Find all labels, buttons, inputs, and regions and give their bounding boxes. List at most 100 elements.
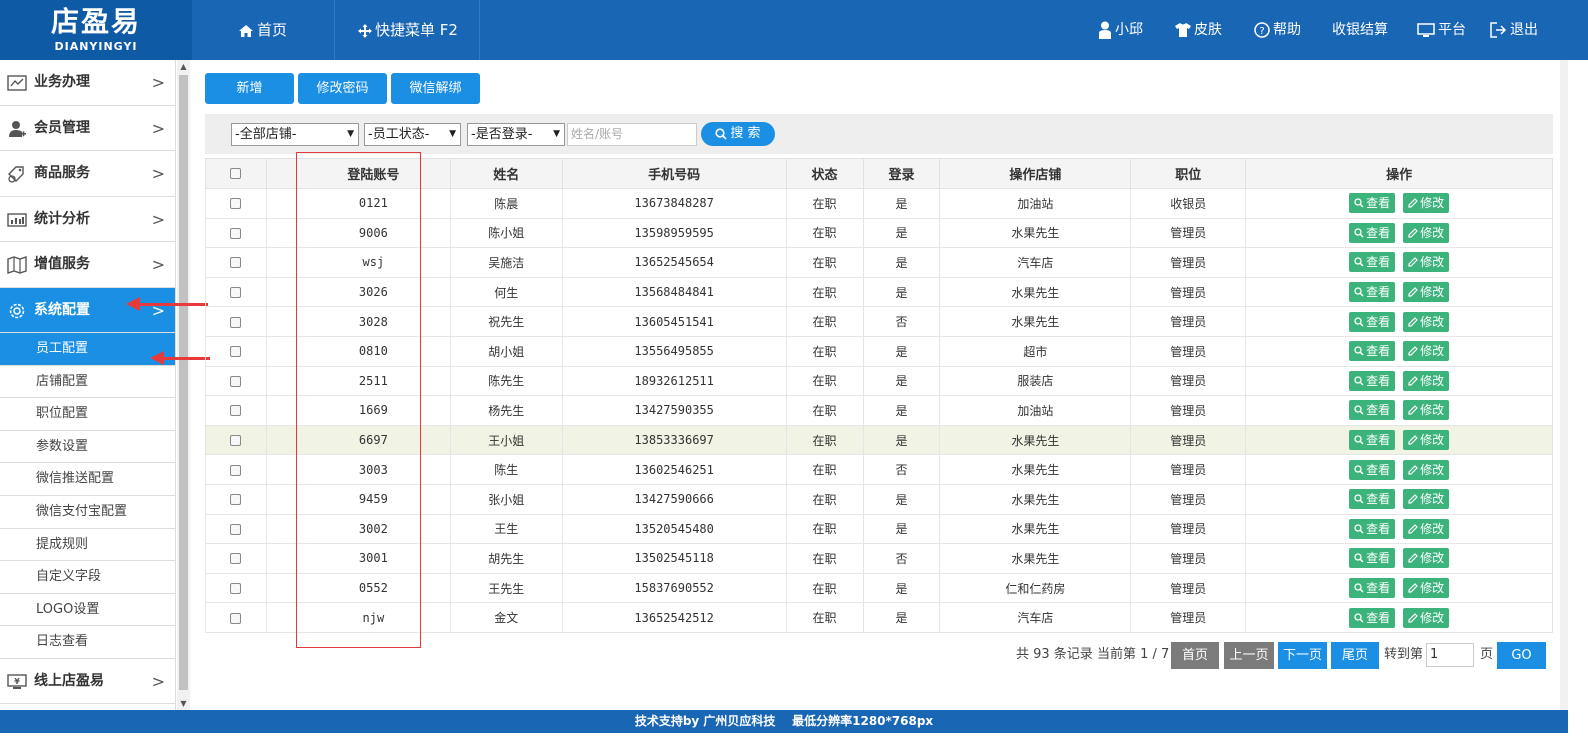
- view-button-label: 查看: [1366, 373, 1391, 388]
- add-button[interactable]: 新增: [205, 73, 294, 104]
- edit-button[interactable]: 修改: [1403, 430, 1450, 451]
- nav-home[interactable]: 首页: [238, 0, 287, 60]
- sidebar-sub-wechat-push[interactable]: 微信推送配置: [0, 463, 175, 496]
- sidebar-sub-commission[interactable]: 提成规则: [0, 529, 175, 562]
- row-checkbox[interactable]: [230, 405, 242, 417]
- row-checkbox[interactable]: [230, 612, 242, 624]
- row-checkbox[interactable]: [230, 375, 242, 387]
- edit-button[interactable]: 修改: [1403, 311, 1450, 332]
- view-button-label: 查看: [1366, 344, 1391, 359]
- first-page-button[interactable]: 首页: [1171, 642, 1219, 669]
- select-all-checkbox[interactable]: [230, 168, 242, 179]
- edit-button[interactable]: 修改: [1403, 222, 1450, 243]
- sidebar-item-stats[interactable]: 统计分析 >: [0, 197, 175, 242]
- scroll-down-icon[interactable]: ▼: [177, 697, 190, 710]
- row-checkbox[interactable]: [230, 198, 242, 210]
- view-button[interactable]: 查看: [1349, 282, 1396, 303]
- search-button[interactable]: 搜 索: [701, 122, 775, 146]
- edit-button[interactable]: 修改: [1403, 489, 1450, 510]
- sidebar-item-members[interactable]: 会员管理 >: [0, 106, 175, 151]
- row-checkbox[interactable]: [230, 287, 242, 299]
- sidebar-sub-wechat-alipay[interactable]: 微信支付宝配置: [0, 496, 175, 529]
- view-button[interactable]: 查看: [1349, 400, 1396, 421]
- header-name[interactable]: 姓名: [449, 158, 563, 189]
- sidebar-sub-logo[interactable]: LOGO设置: [0, 594, 175, 627]
- edit-button[interactable]: 修改: [1403, 193, 1450, 214]
- prev-page-button[interactable]: 上一页: [1224, 642, 1274, 669]
- page-scrollbar[interactable]: [1560, 60, 1568, 710]
- login-select[interactable]: -是否登录- ▼: [467, 123, 565, 146]
- row-checkbox[interactable]: [230, 464, 242, 476]
- sidebar-sub-logs[interactable]: 日志查看: [0, 626, 175, 659]
- row-checkbox[interactable]: [230, 316, 242, 328]
- view-button[interactable]: 查看: [1349, 222, 1396, 243]
- edit-button[interactable]: 修改: [1403, 341, 1450, 362]
- platform-link[interactable]: 平台: [1417, 0, 1466, 60]
- header-status[interactable]: 状态: [785, 158, 864, 189]
- next-page-button[interactable]: 下一页: [1278, 642, 1327, 669]
- view-button[interactable]: 查看: [1349, 489, 1396, 510]
- sidebar-item-system-config[interactable]: 系统配置 >: [0, 287, 175, 333]
- row-checkbox[interactable]: [230, 346, 242, 358]
- view-button[interactable]: 查看: [1349, 459, 1396, 480]
- scrollbar-thumb[interactable]: [179, 75, 188, 690]
- sidebar-item-online[interactable]: ¥ 线上店盈易 >: [0, 659, 175, 705]
- row-checkbox[interactable]: [230, 257, 242, 269]
- sidebar-item-value-added[interactable]: 增值服务 >: [0, 242, 175, 288]
- row-checkbox[interactable]: [230, 523, 242, 535]
- header-phone[interactable]: 手机号码: [561, 158, 787, 189]
- logo[interactable]: 店盈易 DIANYINGYI: [0, 0, 192, 60]
- row-checkbox[interactable]: [230, 227, 242, 239]
- row-checkbox[interactable]: [230, 583, 242, 595]
- row-checkbox[interactable]: [230, 553, 242, 565]
- view-button[interactable]: 查看: [1349, 430, 1396, 451]
- actions-cell: 查看 修改: [1245, 395, 1553, 426]
- edit-button[interactable]: 修改: [1403, 459, 1450, 480]
- logout-link[interactable]: 退出: [1490, 0, 1538, 60]
- view-button[interactable]: 查看: [1349, 518, 1396, 539]
- sidebar-sub-staff-config[interactable]: 员工配置: [0, 333, 175, 366]
- view-button[interactable]: 查看: [1349, 311, 1396, 332]
- nav-quick-menu[interactable]: 快捷菜单 F2: [358, 0, 458, 60]
- name-search-input[interactable]: 姓名/账号: [567, 123, 697, 146]
- view-button[interactable]: 查看: [1349, 607, 1396, 628]
- last-page-button[interactable]: 尾页: [1331, 642, 1379, 669]
- go-button[interactable]: GO: [1497, 642, 1546, 669]
- sidebar-sub-parameters[interactable]: 参数设置: [0, 431, 175, 464]
- sidebar-item-goods[interactable]: 商品服务 >: [0, 151, 175, 197]
- change-password-button[interactable]: 修改密码: [298, 73, 387, 104]
- help-menu[interactable]: ? 帮助: [1254, 0, 1301, 60]
- header-login[interactable]: 登录: [862, 158, 941, 189]
- edit-button[interactable]: 修改: [1403, 518, 1450, 539]
- view-button[interactable]: 查看: [1349, 252, 1396, 273]
- skin-menu[interactable]: 皮肤: [1175, 0, 1222, 60]
- view-button[interactable]: 查看: [1349, 370, 1396, 391]
- row-checkbox[interactable]: [230, 494, 242, 506]
- user-menu[interactable]: 小邱: [1098, 0, 1143, 60]
- view-button[interactable]: 查看: [1349, 578, 1396, 599]
- edit-button[interactable]: 修改: [1403, 578, 1450, 599]
- page-number-input[interactable]: 1: [1426, 643, 1474, 667]
- edit-button[interactable]: 修改: [1403, 548, 1450, 569]
- edit-button[interactable]: 修改: [1403, 252, 1450, 273]
- row-checkbox[interactable]: [230, 435, 242, 447]
- edit-button[interactable]: 修改: [1403, 400, 1450, 421]
- edit-button[interactable]: 修改: [1403, 607, 1450, 628]
- sidebar-sub-store-config[interactable]: 店铺配置: [0, 366, 175, 399]
- view-button[interactable]: 查看: [1349, 548, 1396, 569]
- view-button[interactable]: 查看: [1349, 193, 1396, 214]
- wechat-unbind-button[interactable]: 微信解绑: [391, 73, 480, 104]
- edit-button[interactable]: 修改: [1403, 282, 1450, 303]
- sidebar-scrollbar[interactable]: ▲ ▼: [177, 60, 190, 710]
- sidebar-sub-position-config[interactable]: 职位配置: [0, 398, 175, 431]
- header-store[interactable]: 操作店铺: [939, 158, 1132, 189]
- scroll-up-icon[interactable]: ▲: [177, 60, 190, 73]
- header-position[interactable]: 职位: [1130, 158, 1247, 189]
- view-button[interactable]: 查看: [1349, 341, 1396, 362]
- status-select[interactable]: -员工状态- ▼: [364, 123, 461, 146]
- checkout-link[interactable]: 收银结算: [1332, 0, 1388, 60]
- edit-button[interactable]: 修改: [1403, 370, 1450, 391]
- sidebar-sub-custom-fields[interactable]: 自定义字段: [0, 561, 175, 594]
- store-select[interactable]: -全部店铺- ▼: [231, 123, 359, 146]
- sidebar-item-business[interactable]: 业务办理 >: [0, 60, 175, 106]
